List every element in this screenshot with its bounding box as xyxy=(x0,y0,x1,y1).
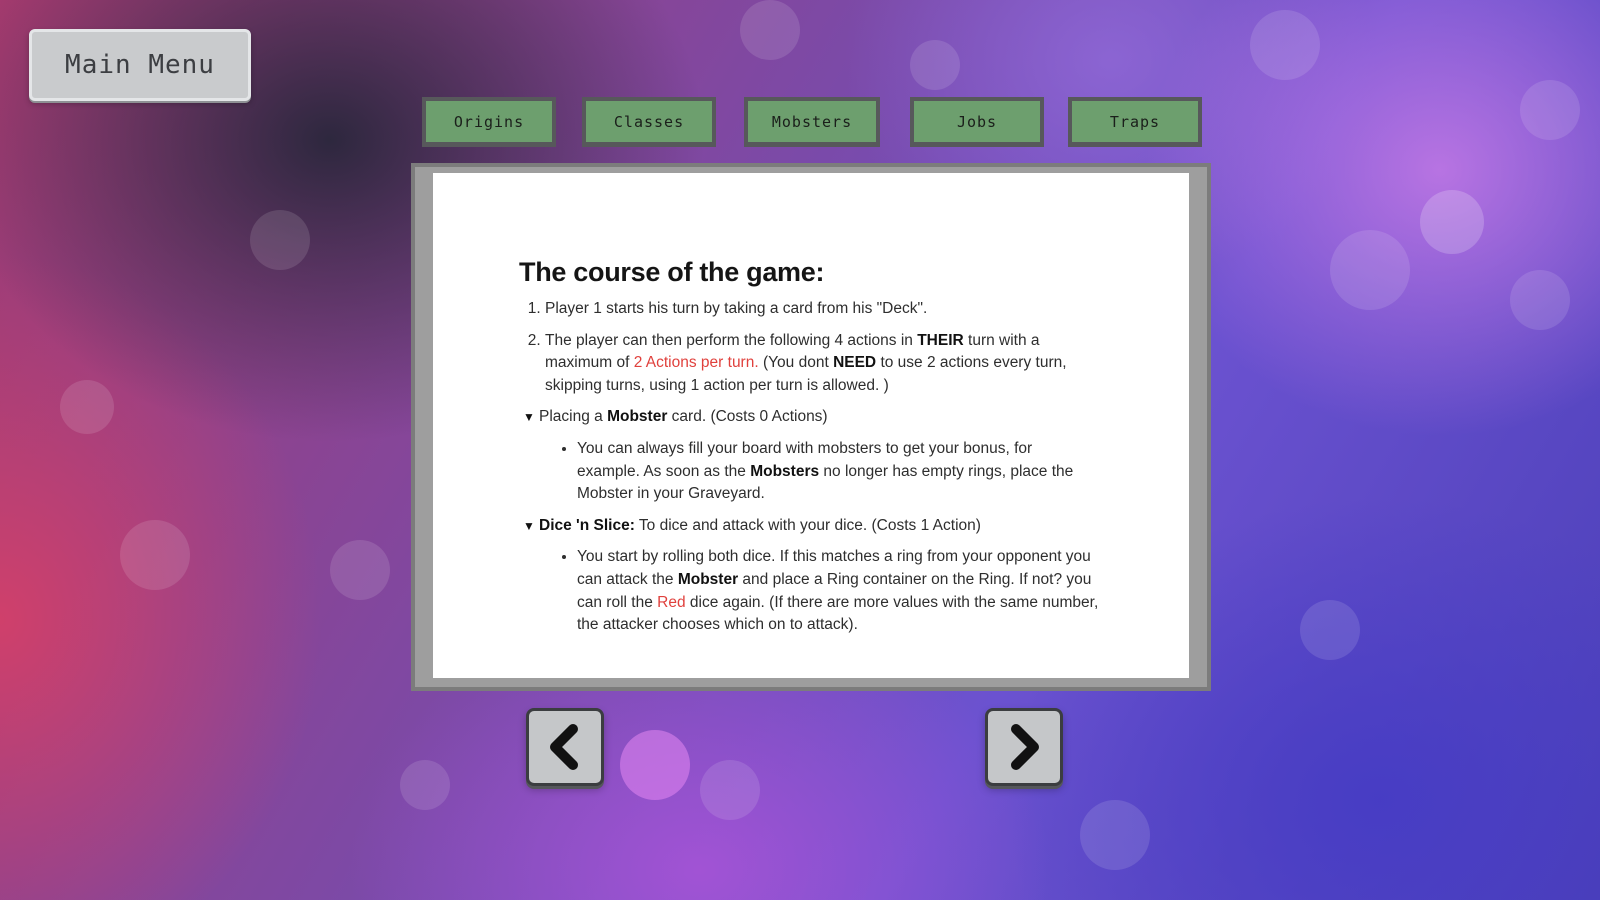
emphasis-dice-n-slice: Dice 'n Slice: xyxy=(539,516,635,534)
step-1: Player 1 starts his turn by taking a car… xyxy=(545,298,1099,321)
step-2: The player can then perform the followin… xyxy=(545,330,1099,398)
actions-limit-highlight: 2 Actions per turn. xyxy=(633,354,759,372)
tab-label: Traps xyxy=(1109,112,1161,131)
tab-traps[interactable]: Traps xyxy=(1068,97,1202,147)
category-tabs: Origins Classes Mobsters Jobs Traps xyxy=(0,97,1600,147)
chevron-left-icon xyxy=(550,724,578,770)
tab-label: Jobs xyxy=(956,112,998,131)
tab-label: Origins xyxy=(453,112,525,131)
emphasis-mobsters: Mobsters xyxy=(750,462,820,480)
step-2-text: The player can then perform the followin… xyxy=(545,331,918,349)
triangle-down-icon: ▼ xyxy=(523,518,535,533)
steps-list: Player 1 starts his turn by taking a car… xyxy=(519,298,1099,397)
toggle-dice-n-slice[interactable]: ▼ Dice 'n Slice: To dice and attack with … xyxy=(523,515,1099,538)
tab-mobsters[interactable]: Mobsters xyxy=(744,97,880,147)
placing-mobster-details: You can always fill your board with mobs… xyxy=(519,438,1099,506)
bullet-item: You can always fill your board with mobs… xyxy=(577,438,1099,506)
rules-title: The course of the game: xyxy=(519,257,825,287)
toggle-placing-mobster[interactable]: ▼ Placing a Mobster card. (Costs 0 Action… xyxy=(523,406,1099,429)
step-1-text: Player 1 starts his turn by taking a car… xyxy=(545,300,928,317)
rules-page[interactable]: The course of the game: Player 1 starts … xyxy=(433,173,1189,678)
emphasis-their: THEIR xyxy=(917,331,964,349)
chevron-right-icon xyxy=(1011,724,1039,770)
red-dice-highlight: Red xyxy=(657,593,686,611)
emphasis-need: NEED xyxy=(833,354,877,372)
tab-origins[interactable]: Origins xyxy=(422,97,556,147)
rules-document: The course of the game: Player 1 starts … xyxy=(519,257,1099,646)
bullet-item: You start by rolling both dice. If this … xyxy=(577,546,1099,636)
toggle-text: card. (Costs 0 Actions) xyxy=(667,408,828,426)
tab-label: Classes xyxy=(613,112,685,131)
tab-label: Mobsters xyxy=(771,112,853,131)
emphasis-mobster: Mobster xyxy=(677,570,739,588)
tab-jobs[interactable]: Jobs xyxy=(910,97,1044,147)
dice-n-slice-details: You start by rolling both dice. If this … xyxy=(519,546,1099,636)
main-menu-label: Main Menu xyxy=(65,50,215,80)
step-2-text: (You dont xyxy=(758,354,834,372)
triangle-down-icon: ▼ xyxy=(523,410,535,425)
emphasis-mobster: Mobster xyxy=(607,408,668,426)
toggle-text: Placing a xyxy=(539,408,608,426)
next-page-button[interactable] xyxy=(985,708,1063,786)
rules-panel: The course of the game: Player 1 starts … xyxy=(411,163,1211,691)
main-menu-button[interactable]: Main Menu xyxy=(29,29,251,101)
toggle-text: To dice and attack with your dice. (Cost… xyxy=(634,516,981,534)
tab-classes[interactable]: Classes xyxy=(582,97,716,147)
previous-page-button[interactable] xyxy=(526,708,604,786)
